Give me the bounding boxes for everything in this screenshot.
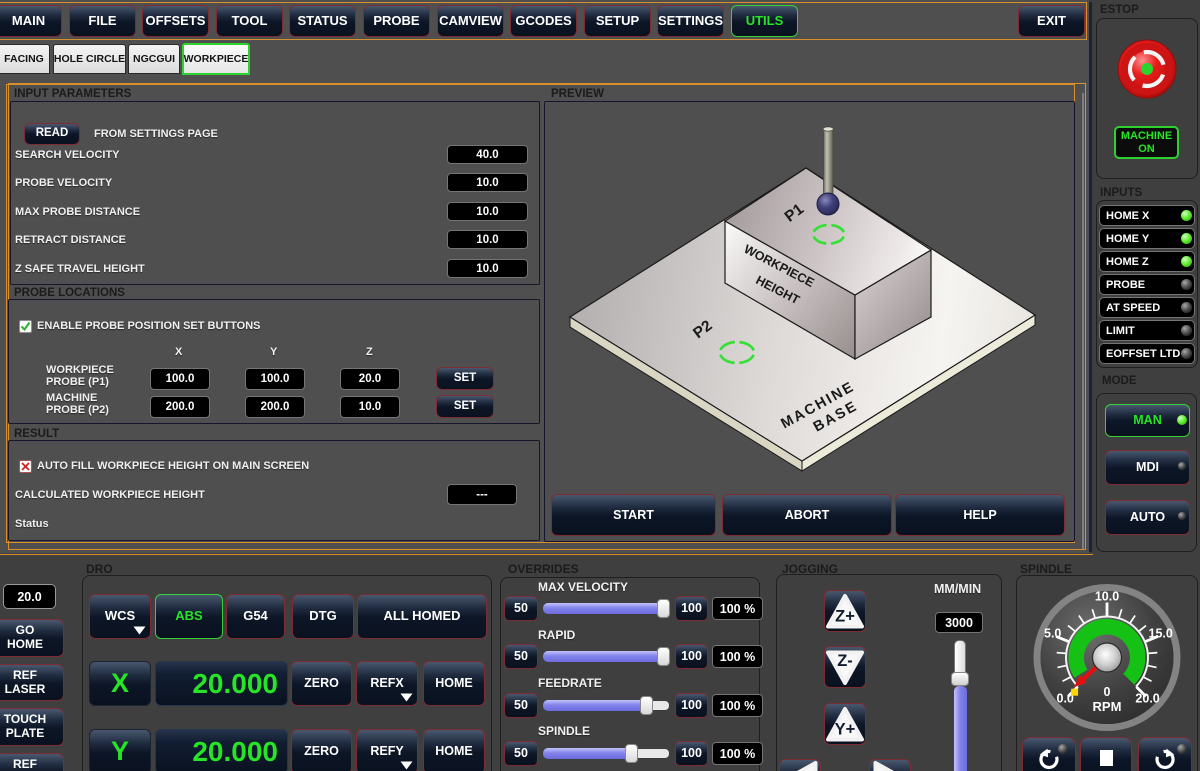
- svg-text:Z+: Z+: [835, 607, 855, 625]
- svg-text:5.0: 5.0: [1044, 627, 1061, 641]
- svg-text:RPM: RPM: [1093, 699, 1122, 714]
- svg-text:10.0: 10.0: [1095, 590, 1119, 604]
- svg-text:Y+: Y+: [835, 720, 856, 738]
- svg-text:15.0: 15.0: [1149, 627, 1173, 641]
- svg-text:0: 0: [1104, 685, 1111, 699]
- svg-text:20.0: 20.0: [1135, 692, 1159, 706]
- svg-text:Z-: Z-: [837, 652, 853, 670]
